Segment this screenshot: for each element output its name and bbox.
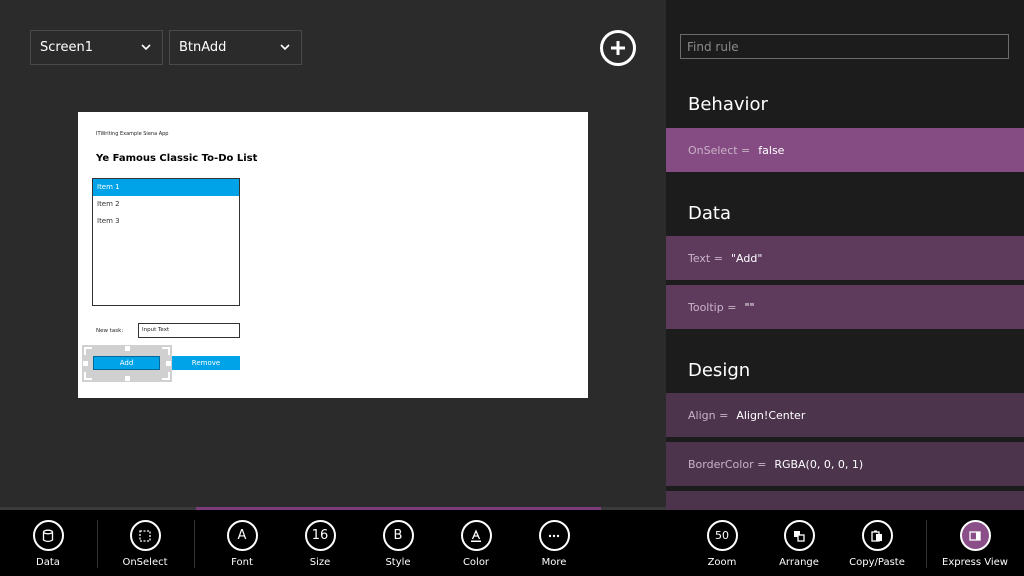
- design-workspace: Screen1 BtnAdd ITWriting Example Siena A…: [0, 0, 666, 510]
- express-view-button[interactable]: Express View: [940, 520, 1010, 568]
- more-icon: [538, 520, 570, 551]
- rule-value: "Add": [730, 251, 763, 265]
- todo-listbox[interactable]: Item 1 Item 2 Item 3: [92, 178, 240, 306]
- section-title-behavior: Behavior: [688, 94, 768, 115]
- size-value: 16: [304, 520, 336, 551]
- onselect-button[interactable]: OnSelect: [110, 520, 180, 568]
- chevron-down-icon: [280, 44, 290, 51]
- rule-value: Align!Center: [736, 408, 806, 422]
- rule-name: BorderColor =: [688, 457, 767, 471]
- list-item[interactable]: Item 2: [93, 196, 239, 213]
- rule-value: RGBA(0, 0, 0, 1): [774, 457, 864, 471]
- color-label: Color: [462, 557, 490, 568]
- clipboard-icon: [861, 520, 893, 551]
- arrange-label: Arrange: [779, 557, 819, 568]
- rules-panel: Behavior OnSelect = false Data Text = "A…: [666, 0, 1024, 510]
- list-item[interactable]: Item 3: [93, 213, 239, 230]
- size-label: Size: [309, 557, 331, 568]
- resize-corner-handle[interactable]: [84, 372, 92, 380]
- resize-corner-handle[interactable]: [162, 347, 170, 355]
- font-color-icon: [460, 520, 492, 551]
- divider: [926, 520, 927, 568]
- list-item[interactable]: Item 1: [93, 179, 239, 196]
- control-select[interactable]: BtnAdd: [169, 30, 302, 65]
- screen-select-value: Screen1: [40, 40, 93, 55]
- express-view-label: Express View: [942, 557, 1008, 568]
- divider: [97, 520, 98, 568]
- divider: [194, 520, 195, 568]
- onselect-label: OnSelect: [122, 557, 168, 568]
- color-button[interactable]: Color: [441, 520, 511, 568]
- section-title-design: Design: [688, 360, 751, 381]
- arrange-button[interactable]: Arrange: [764, 520, 834, 568]
- app-caption[interactable]: ITWriting Example Siena App: [96, 131, 169, 137]
- select-box-icon: [129, 520, 161, 551]
- find-rule-input[interactable]: [680, 34, 1009, 59]
- data-button[interactable]: Data: [13, 520, 83, 568]
- copy-paste-button[interactable]: Copy/Paste: [842, 520, 912, 568]
- rule-name: Text =: [688, 251, 723, 265]
- more-label: More: [541, 557, 567, 568]
- arrange-icon: [783, 520, 815, 551]
- plus-icon: [611, 41, 625, 55]
- rule-bordercolor[interactable]: BorderColor = RGBA(0, 0, 0, 1): [666, 442, 1024, 486]
- rule-name: Align =: [688, 408, 729, 422]
- app-title[interactable]: Ye Famous Classic To-Do List: [96, 153, 257, 164]
- remove-button[interactable]: Remove: [172, 356, 240, 370]
- style-button[interactable]: B Style: [363, 520, 433, 568]
- express-view-icon: [959, 520, 991, 551]
- resize-handle[interactable]: [83, 361, 88, 366]
- zoom-value: 50: [706, 520, 738, 551]
- rule-tooltip[interactable]: Tooltip = "": [666, 285, 1024, 329]
- resize-handle[interactable]: [125, 346, 130, 351]
- rule-name: Tooltip =: [688, 300, 737, 314]
- chevron-down-icon: [141, 44, 151, 51]
- resize-handle[interactable]: [166, 361, 171, 366]
- data-label: Data: [36, 557, 60, 568]
- zoom-label: Zoom: [707, 557, 737, 568]
- rule-value: false: [758, 143, 785, 157]
- font-label: Font: [231, 557, 253, 568]
- font-icon: A: [226, 520, 258, 551]
- rule-align[interactable]: Align = Align!Center: [666, 393, 1024, 437]
- rule-onselect[interactable]: OnSelect = false: [666, 128, 1024, 172]
- add-screen-button[interactable]: [600, 30, 636, 66]
- screen-select[interactable]: Screen1: [30, 30, 163, 65]
- size-button[interactable]: 16 Size: [285, 520, 355, 568]
- rule-value: "": [744, 300, 755, 314]
- app-canvas: ITWriting Example Siena App Ye Famous Cl…: [78, 112, 588, 398]
- database-icon: [32, 520, 64, 551]
- rule-name: OnSelect =: [688, 143, 751, 157]
- new-task-input[interactable]: Input Text: [138, 323, 240, 338]
- rule-text[interactable]: Text = "Add": [666, 236, 1024, 280]
- section-title-data: Data: [688, 203, 731, 224]
- font-button[interactable]: A Font: [207, 520, 277, 568]
- add-button[interactable]: Add: [93, 356, 160, 370]
- more-button[interactable]: More: [519, 520, 589, 568]
- app-bar: Data OnSelect A Font 16 Size B Style Col…: [0, 510, 1024, 576]
- resize-handle[interactable]: [125, 376, 130, 381]
- copy-paste-label: Copy/Paste: [849, 557, 905, 568]
- new-task-label[interactable]: New task:: [96, 328, 123, 334]
- resize-corner-handle[interactable]: [162, 372, 170, 380]
- style-label: Style: [385, 557, 411, 568]
- control-select-value: BtnAdd: [179, 40, 227, 55]
- zoom-button[interactable]: 50 Zoom: [687, 520, 757, 568]
- bold-icon: B: [382, 520, 414, 551]
- resize-corner-handle[interactable]: [84, 347, 92, 355]
- rule-partial[interactable]: [666, 491, 1024, 510]
